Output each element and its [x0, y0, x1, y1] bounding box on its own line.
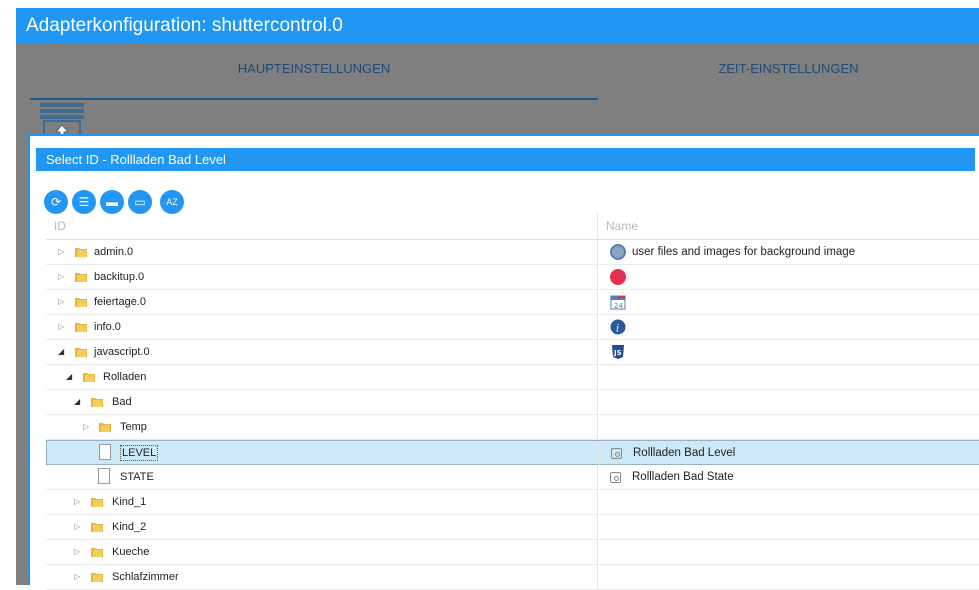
table-row[interactable]: ◢ javascript.0 JS: [46, 340, 979, 365]
table-row[interactable]: ▷ Temp: [46, 415, 979, 440]
folder-icon[interactable]: ▬: [100, 190, 124, 214]
row-id-label: admin.0: [94, 246, 134, 258]
list-icon[interactable]: ☰: [72, 190, 96, 214]
expand-arrow-icon[interactable]: ▷: [58, 273, 66, 281]
window-title: Adapterkonfiguration: shuttercontrol.0: [16, 8, 979, 43]
dialog-title: Select ID - Rollladen Bad Level: [36, 148, 975, 171]
folder-icon: [75, 323, 87, 332]
info-icon: i: [610, 319, 626, 335]
table-row[interactable]: ▷ backitup.0: [46, 265, 979, 290]
expand-arrow-icon[interactable]: ▷: [74, 523, 82, 531]
folder-icon: [99, 423, 111, 432]
row-name-label: user files and images for background ima…: [632, 246, 856, 258]
row-name-label: Rollladen Bad State: [632, 471, 734, 483]
table-header: ID Name: [46, 212, 979, 240]
tab-bar: HAUPTEINSTELLUNGEN ZEIT-EINSTELLUNGEN: [30, 43, 979, 100]
object-tree-table: ID Name ▷ admin.0 user files and images …: [46, 212, 979, 590]
admin-icon: [610, 244, 626, 260]
row-name-label: Rollladen Bad Level: [633, 447, 736, 459]
adapter-config-window: Adapterkonfiguration: shuttercontrol.0 H…: [16, 8, 979, 590]
table-row[interactable]: ▷ admin.0 user files and images for back…: [46, 240, 979, 265]
table-row[interactable]: ▷ Kueche: [46, 540, 979, 565]
column-header-name[interactable]: Name: [598, 212, 979, 240]
backitup-icon: [610, 269, 626, 285]
folder-icon: [75, 248, 87, 257]
table-row[interactable]: ◢ Rolladen: [46, 365, 979, 390]
expand-arrow-icon[interactable]: ▷: [74, 548, 82, 556]
sort-az-icon[interactable]: AZ: [160, 190, 184, 214]
folder-icon: [75, 348, 87, 357]
folder-icon: [91, 548, 103, 557]
row-id-label: Bad: [112, 396, 132, 408]
svg-text:i: i: [616, 324, 619, 335]
expand-arrow-icon[interactable]: ▷: [83, 423, 91, 431]
column-header-id[interactable]: ID: [46, 212, 598, 240]
folder-icon: [75, 273, 87, 282]
folder-icon: [91, 398, 103, 407]
table-row[interactable]: ▷ info.0 i: [46, 315, 979, 340]
row-id-label: info.0: [94, 321, 121, 333]
row-id-label: Kind_2: [112, 521, 147, 533]
refresh-icon[interactable]: ⟳: [44, 190, 68, 214]
state-file-icon: [99, 444, 111, 460]
window-icon[interactable]: ▭: [128, 190, 152, 214]
expand-arrow-icon[interactable]: ▷: [74, 498, 82, 506]
row-id-label: backitup.0: [94, 271, 145, 283]
table-row[interactable]: ▷ feiertage.0 24: [46, 290, 979, 315]
folder-icon: [91, 573, 103, 582]
expand-arrow-icon[interactable]: ▷: [58, 298, 66, 306]
expand-arrow-icon[interactable]: ▷: [58, 248, 66, 256]
row-id-label: Rolladen: [103, 371, 147, 383]
collapse-arrow-icon[interactable]: ◢: [58, 348, 66, 356]
collapse-arrow-icon[interactable]: ◢: [74, 398, 82, 406]
folder-icon: [75, 298, 87, 307]
tab-haupteinstellungen[interactable]: HAUPTEINSTELLUNGEN: [30, 43, 598, 100]
row-id-label: Schlafzimmer: [112, 571, 179, 583]
table-row[interactable]: ▷ Kind_1: [46, 490, 979, 515]
table-row[interactable]: STATE Rollladen Bad State: [46, 465, 979, 490]
svg-text:24: 24: [614, 302, 623, 310]
expand-arrow-icon[interactable]: ▷: [74, 573, 82, 581]
folder-icon: [83, 373, 95, 382]
row-id-label: Kind_1: [112, 496, 147, 508]
table-row[interactable]: ▷ Schlafzimmer: [46, 565, 979, 590]
folder-icon: [91, 523, 103, 532]
tab-zeit-einstellungen[interactable]: ZEIT-EINSTELLUNGEN: [598, 43, 979, 100]
state-icon: [610, 472, 621, 483]
row-id-label: feiertage.0: [94, 296, 146, 308]
calendar-icon: 24: [610, 295, 626, 310]
state-icon: [611, 448, 622, 459]
state-file-icon: [98, 468, 110, 484]
row-id-label: LEVEL: [119, 445, 159, 461]
page-margin: [0, 0, 16, 585]
select-id-dialog: Select ID - Rollladen Bad Level ⟳ ☰ ▬ ▭ …: [28, 134, 979, 590]
expand-arrow-icon[interactable]: ▷: [58, 323, 66, 331]
collapse-arrow-icon[interactable]: ◢: [66, 373, 74, 381]
folder-icon: [91, 498, 103, 507]
table-row[interactable]: ◢ Bad: [46, 390, 979, 415]
row-id-label: Kueche: [112, 546, 150, 558]
row-id-label: javascript.0: [94, 346, 150, 358]
table-row-selected[interactable]: LEVEL Rollladen Bad Level: [46, 440, 979, 466]
svg-text:JS: JS: [613, 349, 622, 357]
row-id-label: STATE: [120, 471, 154, 483]
javascript-icon: JS: [612, 345, 624, 359]
row-id-label: Temp: [120, 421, 147, 433]
table-row[interactable]: ▷ Kind_2: [46, 515, 979, 540]
